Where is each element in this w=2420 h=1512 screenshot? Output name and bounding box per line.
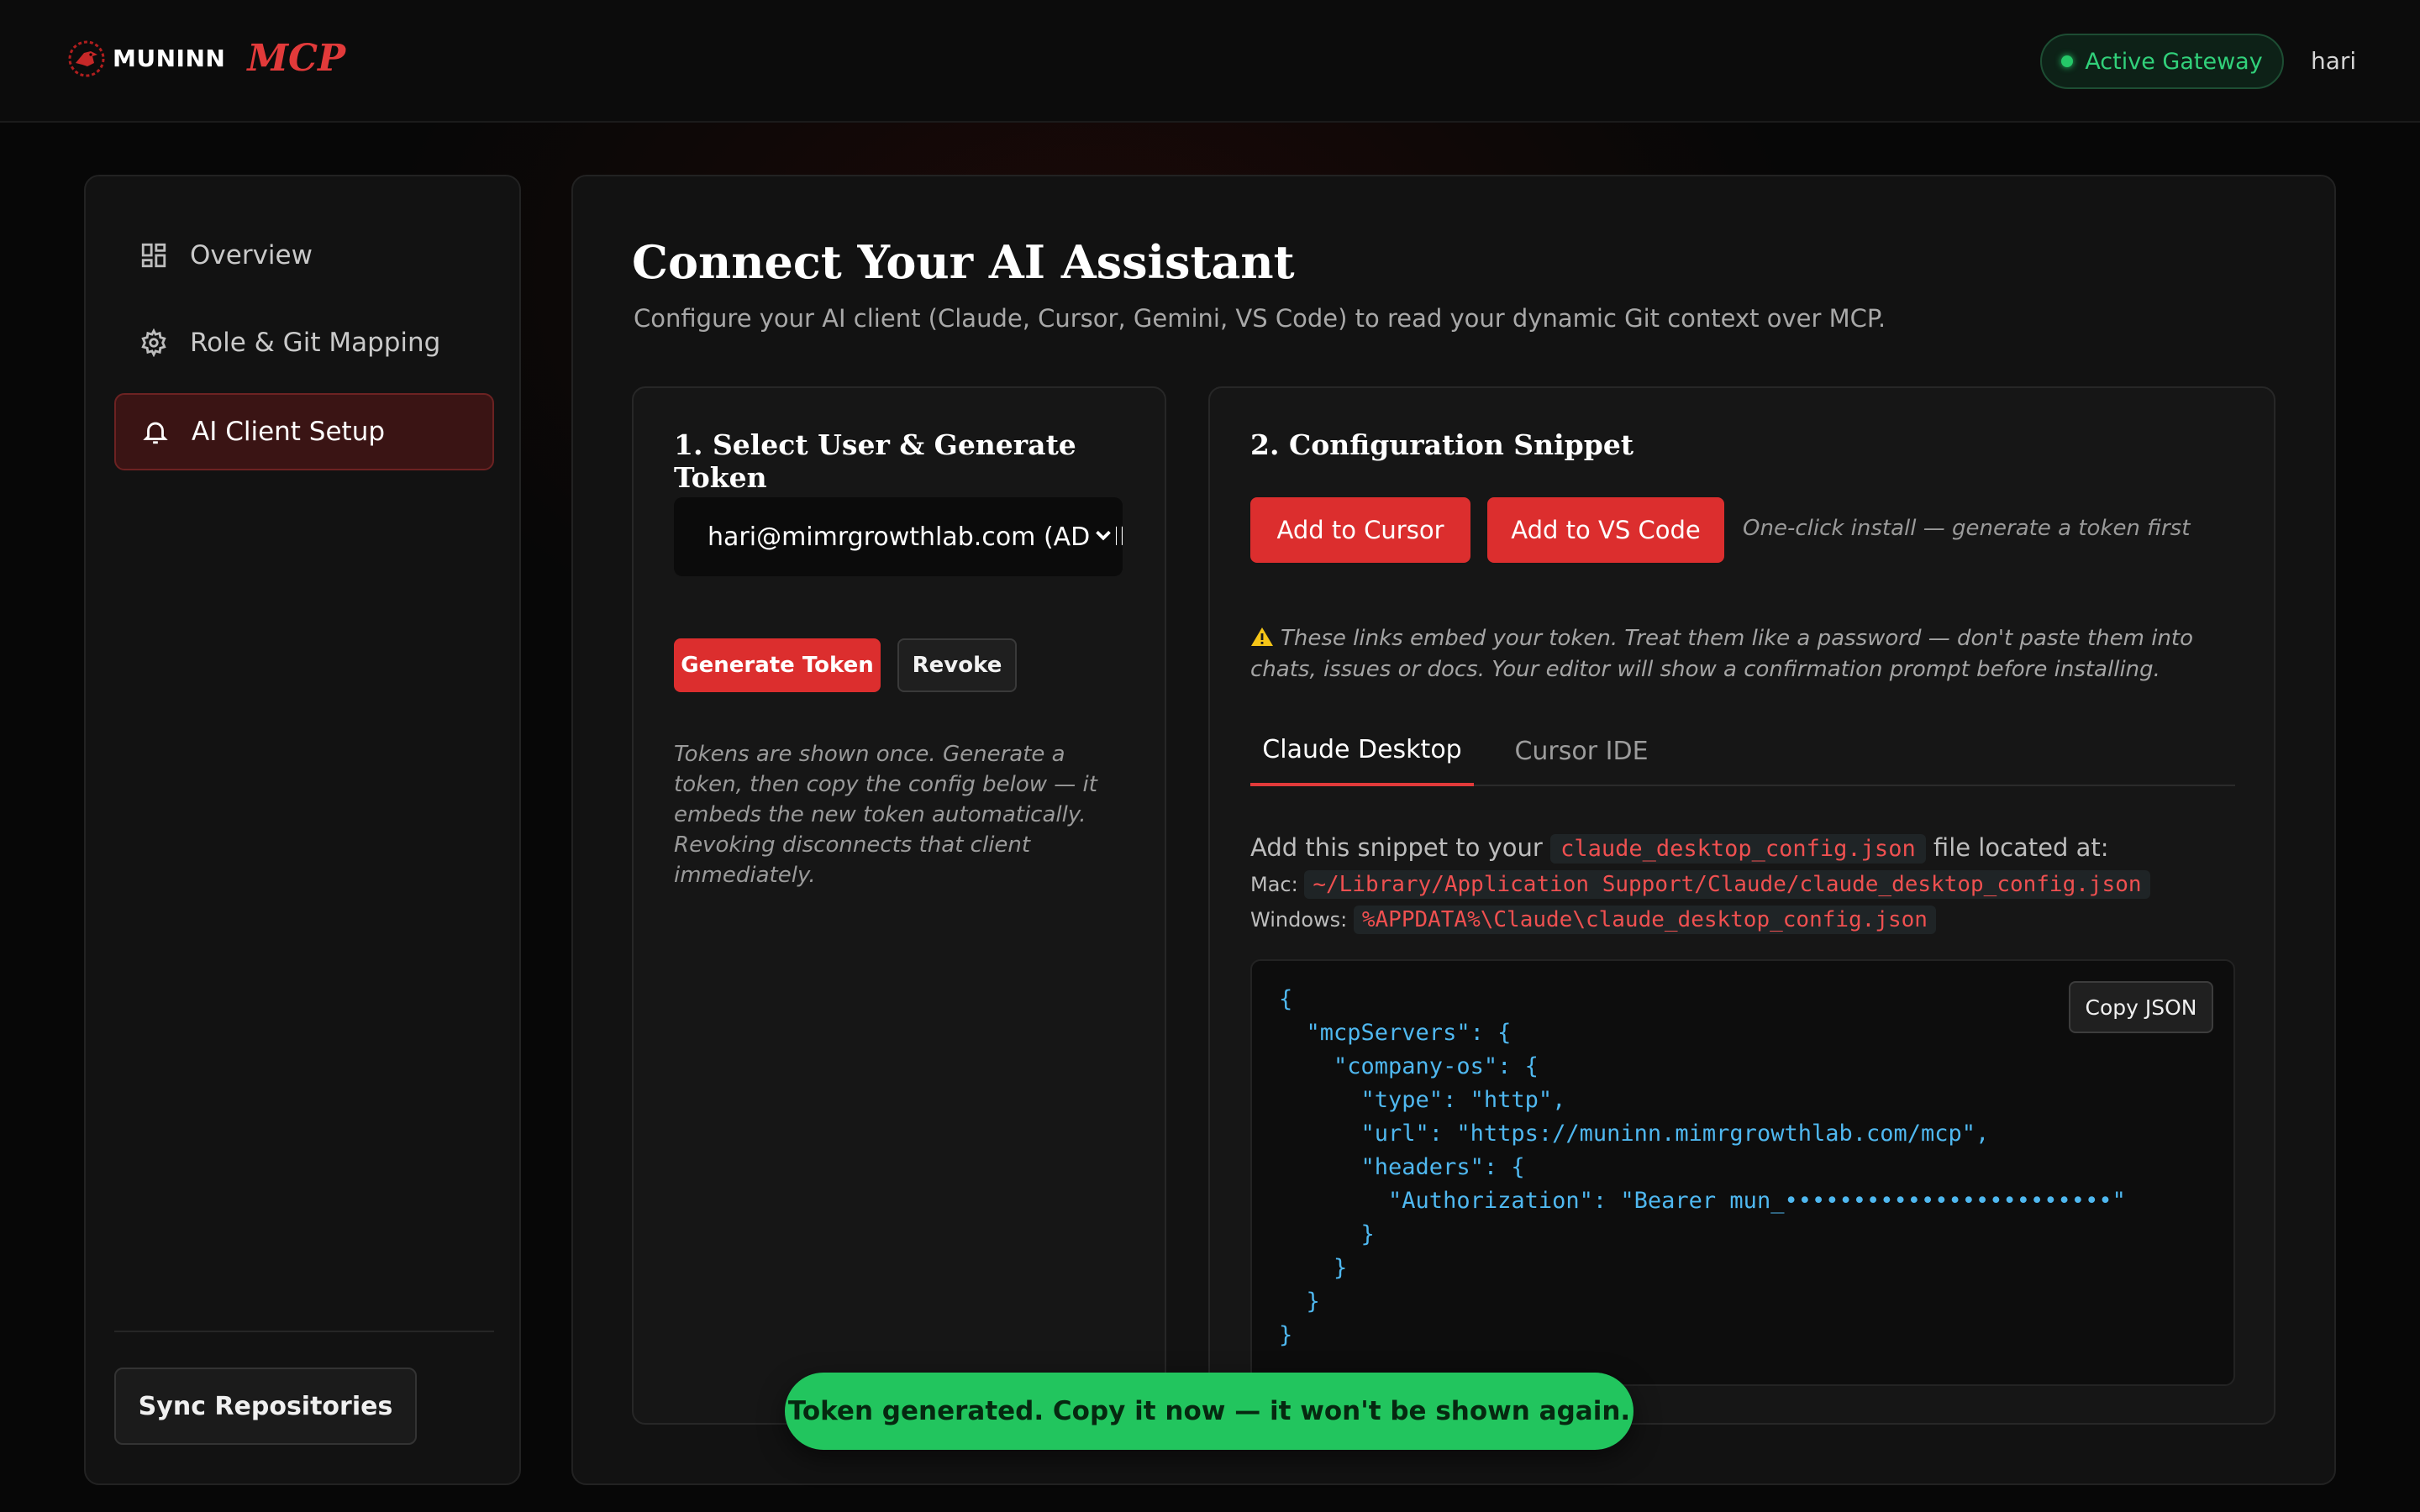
warning-icon bbox=[1251, 627, 1273, 646]
sidebar-divider bbox=[114, 1331, 494, 1332]
bell-icon bbox=[143, 422, 168, 444]
grid-icon bbox=[141, 243, 166, 268]
config-card-title: 2. Configuration Snippet bbox=[1250, 428, 1634, 461]
revoke-button[interactable]: Revoke bbox=[897, 638, 1017, 692]
snippet-intro: Add this snippet to your bbox=[1250, 833, 1543, 862]
token-card: 1. Select User & Generate Token hari@mim… bbox=[632, 386, 1166, 1425]
chevron-down-icon bbox=[1091, 522, 1116, 548]
json-code-block[interactable]: { "mcpServers": { "company-os": { "type"… bbox=[1250, 959, 2235, 1386]
sidebar-item-overview[interactable]: Overview bbox=[114, 217, 494, 294]
snippet-location-line: Add this snippet to your claude_desktop_… bbox=[1250, 833, 2109, 864]
sidebar: Overview Role & Git Mapping AI Client Se… bbox=[84, 175, 521, 1485]
user-select[interactable]: hari@mimrgrowthlab.com (ADMIN) bbox=[674, 497, 1123, 576]
toast-notification: Token generated. Copy it now — it won't … bbox=[785, 1373, 1634, 1450]
code-line: "mcpServers": { bbox=[1279, 1020, 1512, 1046]
page-title: Connect Your AI Assistant bbox=[632, 235, 1295, 289]
user-menu[interactable]: hari bbox=[2311, 47, 2356, 75]
add-to-cursor-button[interactable]: Add to Cursor bbox=[1250, 497, 1470, 563]
top-bar: MUNINN MCP Active Gateway hari bbox=[0, 0, 2420, 123]
windows-path: %APPDATA%\Claude\claude_desktop_config.j… bbox=[1353, 906, 1936, 934]
brand-product: MCP bbox=[247, 37, 346, 80]
snippet-suffix: file located at: bbox=[1933, 833, 2109, 862]
code-line: "Authorization": "Bearer mun_•••••••••••… bbox=[1279, 1188, 2126, 1214]
page-subtitle: Configure your AI client (Claude, Cursor… bbox=[634, 304, 1886, 333]
token-helper-text: Tokens are shown once. Generate a token,… bbox=[674, 742, 1097, 888]
gateway-status-label: Active Gateway bbox=[2085, 48, 2263, 75]
mac-label: Mac: bbox=[1250, 873, 1298, 896]
brand-name: MUNINN bbox=[113, 45, 226, 72]
code-line: "type": "http", bbox=[1279, 1087, 1566, 1113]
code-line: } bbox=[1279, 1322, 1293, 1348]
security-warning-text: These links embed your token. Treat them… bbox=[1250, 626, 2194, 682]
logo[interactable]: MUNINN MCP bbox=[66, 37, 345, 80]
config-filename: claude_desktop_config.json bbox=[1550, 834, 1926, 864]
mac-path-line: Mac: ~/Library/Application Support/Claud… bbox=[1250, 870, 2150, 899]
gateway-status-badge: Active Gateway bbox=[2040, 34, 2284, 89]
sync-repositories-button[interactable]: Sync Repositories bbox=[114, 1368, 417, 1445]
sidebar-item-label: AI Client Setup bbox=[192, 417, 386, 447]
tab-claude-desktop[interactable]: Claude Desktop bbox=[1250, 716, 1474, 786]
sidebar-item-ai-client-setup[interactable]: AI Client Setup bbox=[114, 393, 494, 470]
status-dot-icon bbox=[2061, 55, 2074, 67]
security-warning: These links embed your token. Treat them… bbox=[1250, 623, 2208, 685]
sidebar-item-role-git-mapping[interactable]: Role & Git Mapping bbox=[114, 304, 494, 381]
code-line: "url": "https://muninn.mimrgrowthlab.com… bbox=[1279, 1121, 1990, 1147]
code-line: } bbox=[1279, 1255, 1348, 1281]
main-panel: Connect Your AI Assistant Configure your… bbox=[571, 175, 2336, 1485]
generate-token-button[interactable]: Generate Token bbox=[674, 638, 881, 692]
oneclick-note: One-click install — generate a token fir… bbox=[1743, 516, 2191, 541]
code-line: } bbox=[1279, 1289, 1320, 1315]
client-tabs: Claude Desktop Cursor IDE bbox=[1250, 716, 2235, 786]
config-card: 2. Configuration Snippet Add to Cursor A… bbox=[1208, 386, 2275, 1425]
sidebar-item-label: Overview bbox=[190, 240, 313, 270]
mac-path: ~/Library/Application Support/Claude/cla… bbox=[1304, 870, 2150, 899]
code-line: "company-os": { bbox=[1279, 1053, 1539, 1079]
code-line: "headers": { bbox=[1279, 1154, 1525, 1180]
windows-label: Windows: bbox=[1250, 908, 1348, 932]
add-to-vscode-button[interactable]: Add to VS Code bbox=[1487, 497, 1724, 563]
raven-logo-icon bbox=[68, 40, 105, 76]
sidebar-item-label: Role & Git Mapping bbox=[190, 328, 441, 358]
code-line: { bbox=[1279, 986, 1293, 1012]
gear-icon bbox=[141, 328, 166, 357]
token-card-title: 1. Select User & Generate Token bbox=[674, 428, 1076, 494]
code-line: } bbox=[1279, 1221, 1375, 1247]
tab-cursor-ide[interactable]: Cursor IDE bbox=[1499, 716, 1664, 786]
user-select-value: hari@mimrgrowthlab.com (ADMIN) bbox=[708, 522, 1123, 552]
windows-path-line: Windows: %APPDATA%\Claude\claude_desktop… bbox=[1250, 906, 1936, 934]
copy-json-button[interactable]: Copy JSON bbox=[2069, 981, 2213, 1033]
